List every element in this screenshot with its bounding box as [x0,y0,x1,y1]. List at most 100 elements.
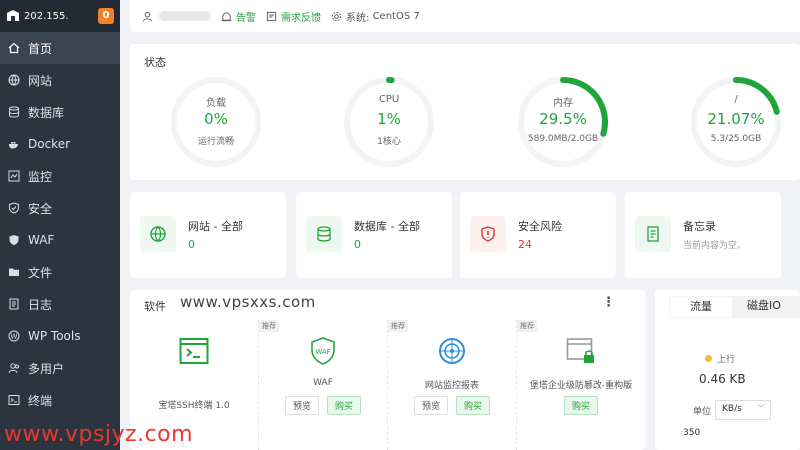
gauge-name: / [734,94,738,105]
os-name: CentOS 7 [372,10,420,22]
shield-alert-icon [470,216,506,252]
gauge-cpu[interactable]: CPU 1% 1核心 [343,76,435,168]
sidebar: 202.155. 0 首页 网站 数据库 Docker 监控 安全 WAF 文件… [0,0,120,450]
sidebar-item-label: WP Tools [28,329,81,343]
gauge-disk[interactable]: / 21.07% 5.3/25.0GB [690,76,782,168]
home-icon [8,42,20,54]
top-bar: 告警 需求反馈 系统: CentOS 7 [130,0,800,32]
sidebar-nav: 首页 网站 数据库 Docker 监控 安全 WAF 文件 日志 W WP Too… [0,32,120,416]
user-icon [142,11,153,22]
log-icon [8,298,20,310]
preview-button[interactable]: 预览 [284,396,319,415]
sidebar-item-multiuser[interactable]: 多用户 [0,352,120,384]
user-info[interactable] [142,11,211,22]
sidebar-item-label: 终端 [28,393,53,408]
monitor-icon [8,170,20,182]
sidebar-item-security[interactable]: 安全 [0,192,120,224]
traffic-panel: 流量 磁盘IO 上行 0.46 KB 单位 KB/s ﹀ 350 [655,290,800,450]
recommend-tag: 推荐 [259,320,279,332]
gauge-value: 21.07% [707,110,765,128]
sidebar-item-website[interactable]: 网站 [0,64,120,96]
sidebar-item-docker[interactable]: Docker [0,128,120,160]
software-name: 堡塔企业级防篡改-重构版 [529,381,633,391]
gauge-value: 29.5% [539,110,587,128]
unit-value: KB/s [722,404,742,414]
sidebar-item-home[interactable]: 首页 [0,32,120,64]
upload-label: 上行 [717,355,736,365]
gauge-load[interactable]: 负载 0% 运行流畅 [170,76,262,168]
tab-disk-io[interactable]: 磁盘IO [733,296,795,318]
sidebar-item-label: 数据库 [28,105,65,120]
database-icon [306,216,342,252]
system-info: 系统: CentOS 7 [331,9,420,24]
server-ip[interactable]: 202.155. [24,11,98,22]
globe-icon [8,74,20,86]
gauge-name: 内存 [553,98,573,109]
card-value[interactable]: 0 [354,238,361,251]
card-title: 安全风险 [518,220,562,233]
software-panel: 软件 www.vpsxxs.com ⋮ 宝塔SSH终端 1.0 推荐 WAF W… [130,290,645,450]
software-item-tamper-proof[interactable]: 推荐 堡塔企业级防篡改-重构版 购买 [516,320,644,450]
buy-button[interactable]: 购买 [327,396,362,415]
sidebar-item-wptools[interactable]: W WP Tools [0,320,120,352]
feedback-label: 需求反馈 [281,12,321,24]
unit-select[interactable]: KB/s ﹀ [715,400,771,420]
card-title: 数据库 - 全部 [354,220,420,233]
upload-legend: 上行 [705,352,735,365]
chevron-down-icon: ﹀ [757,404,765,413]
more-menu-icon[interactable]: ⋮ [602,295,615,310]
sidebar-item-label: 首页 [28,41,53,56]
tab-traffic[interactable]: 流量 [670,297,732,317]
notification-badge[interactable]: 0 [98,8,114,24]
svg-text:W: W [11,333,18,341]
database-icon [8,106,20,118]
radar-icon [438,338,465,364]
server-header: 202.155. 0 [0,0,120,32]
buy-button[interactable]: 购买 [456,396,491,415]
gauge-memory[interactable]: 内存 29.5% 589.0MB/2.0GB [517,76,609,168]
folder-icon [8,266,20,278]
sidebar-item-monitor[interactable]: 监控 [0,160,120,192]
watermark-text: www.vpsxxs.com [180,293,316,311]
card-security-risk[interactable]: 安全风险 24 [460,192,616,278]
status-panel: 状态 负载 0% 运行流畅 CPU 1% 1核心 内存 29.5% 589.0M… [130,44,800,180]
card-websites[interactable]: 网站 - 全部 0 [130,192,286,278]
terminal-icon [8,394,20,406]
software-name: 宝塔SSH终端 1.0 [158,401,230,411]
card-memo[interactable]: 备忘录 当前内容为空。 [625,192,781,278]
gauge-sub: 1核心 [377,137,401,147]
sidebar-item-files[interactable]: 文件 [0,256,120,288]
upload-value: 0.46 KB [699,372,746,386]
recommend-tag: 推荐 [517,320,537,332]
alert-link[interactable]: 告警 [221,9,256,24]
sidebar-item-logs[interactable]: 日志 [0,288,120,320]
watermark-overlay: www.vpsjyz.com [4,422,194,447]
waf-shield-icon: WAF [310,337,335,365]
software-item-waf[interactable]: 推荐 WAF WAF 预览 购买 [258,320,386,450]
traffic-tabs: 流量 磁盘IO [669,296,800,318]
gauge-sub: 5.3/25.0GB [710,134,762,144]
system-label: 系统: [346,12,370,24]
buy-button[interactable]: 购买 [563,396,598,415]
sidebar-item-terminal[interactable]: 终端 [0,384,120,416]
gauge-sub: 运行流畅 [197,137,234,147]
locked-window-icon [566,338,594,363]
software-actions: 预览 购买 [388,396,516,415]
sidebar-item-waf[interactable]: WAF [0,224,120,256]
gauge-value: 1% [377,110,401,128]
preview-button[interactable]: 预览 [413,396,448,415]
legend-dot [705,355,712,362]
sidebar-item-label: 多用户 [28,361,65,376]
card-databases[interactable]: 数据库 - 全部 0 [296,192,452,278]
card-value[interactable]: 0 [188,238,195,251]
users-icon [8,362,20,374]
card-title: 备忘录 [683,220,716,233]
feedback-link[interactable]: 需求反馈 [266,9,321,24]
card-value: 当前内容为空。 [683,241,747,251]
username-redacted [159,11,211,21]
sidebar-item-label: 日志 [28,297,53,312]
card-value[interactable]: 24 [518,238,532,251]
sidebar-item-database[interactable]: 数据库 [0,96,120,128]
software-item-site-monitor[interactable]: 推荐 网站监控报表 预览 购买 [387,320,515,450]
shield-icon [8,202,20,214]
